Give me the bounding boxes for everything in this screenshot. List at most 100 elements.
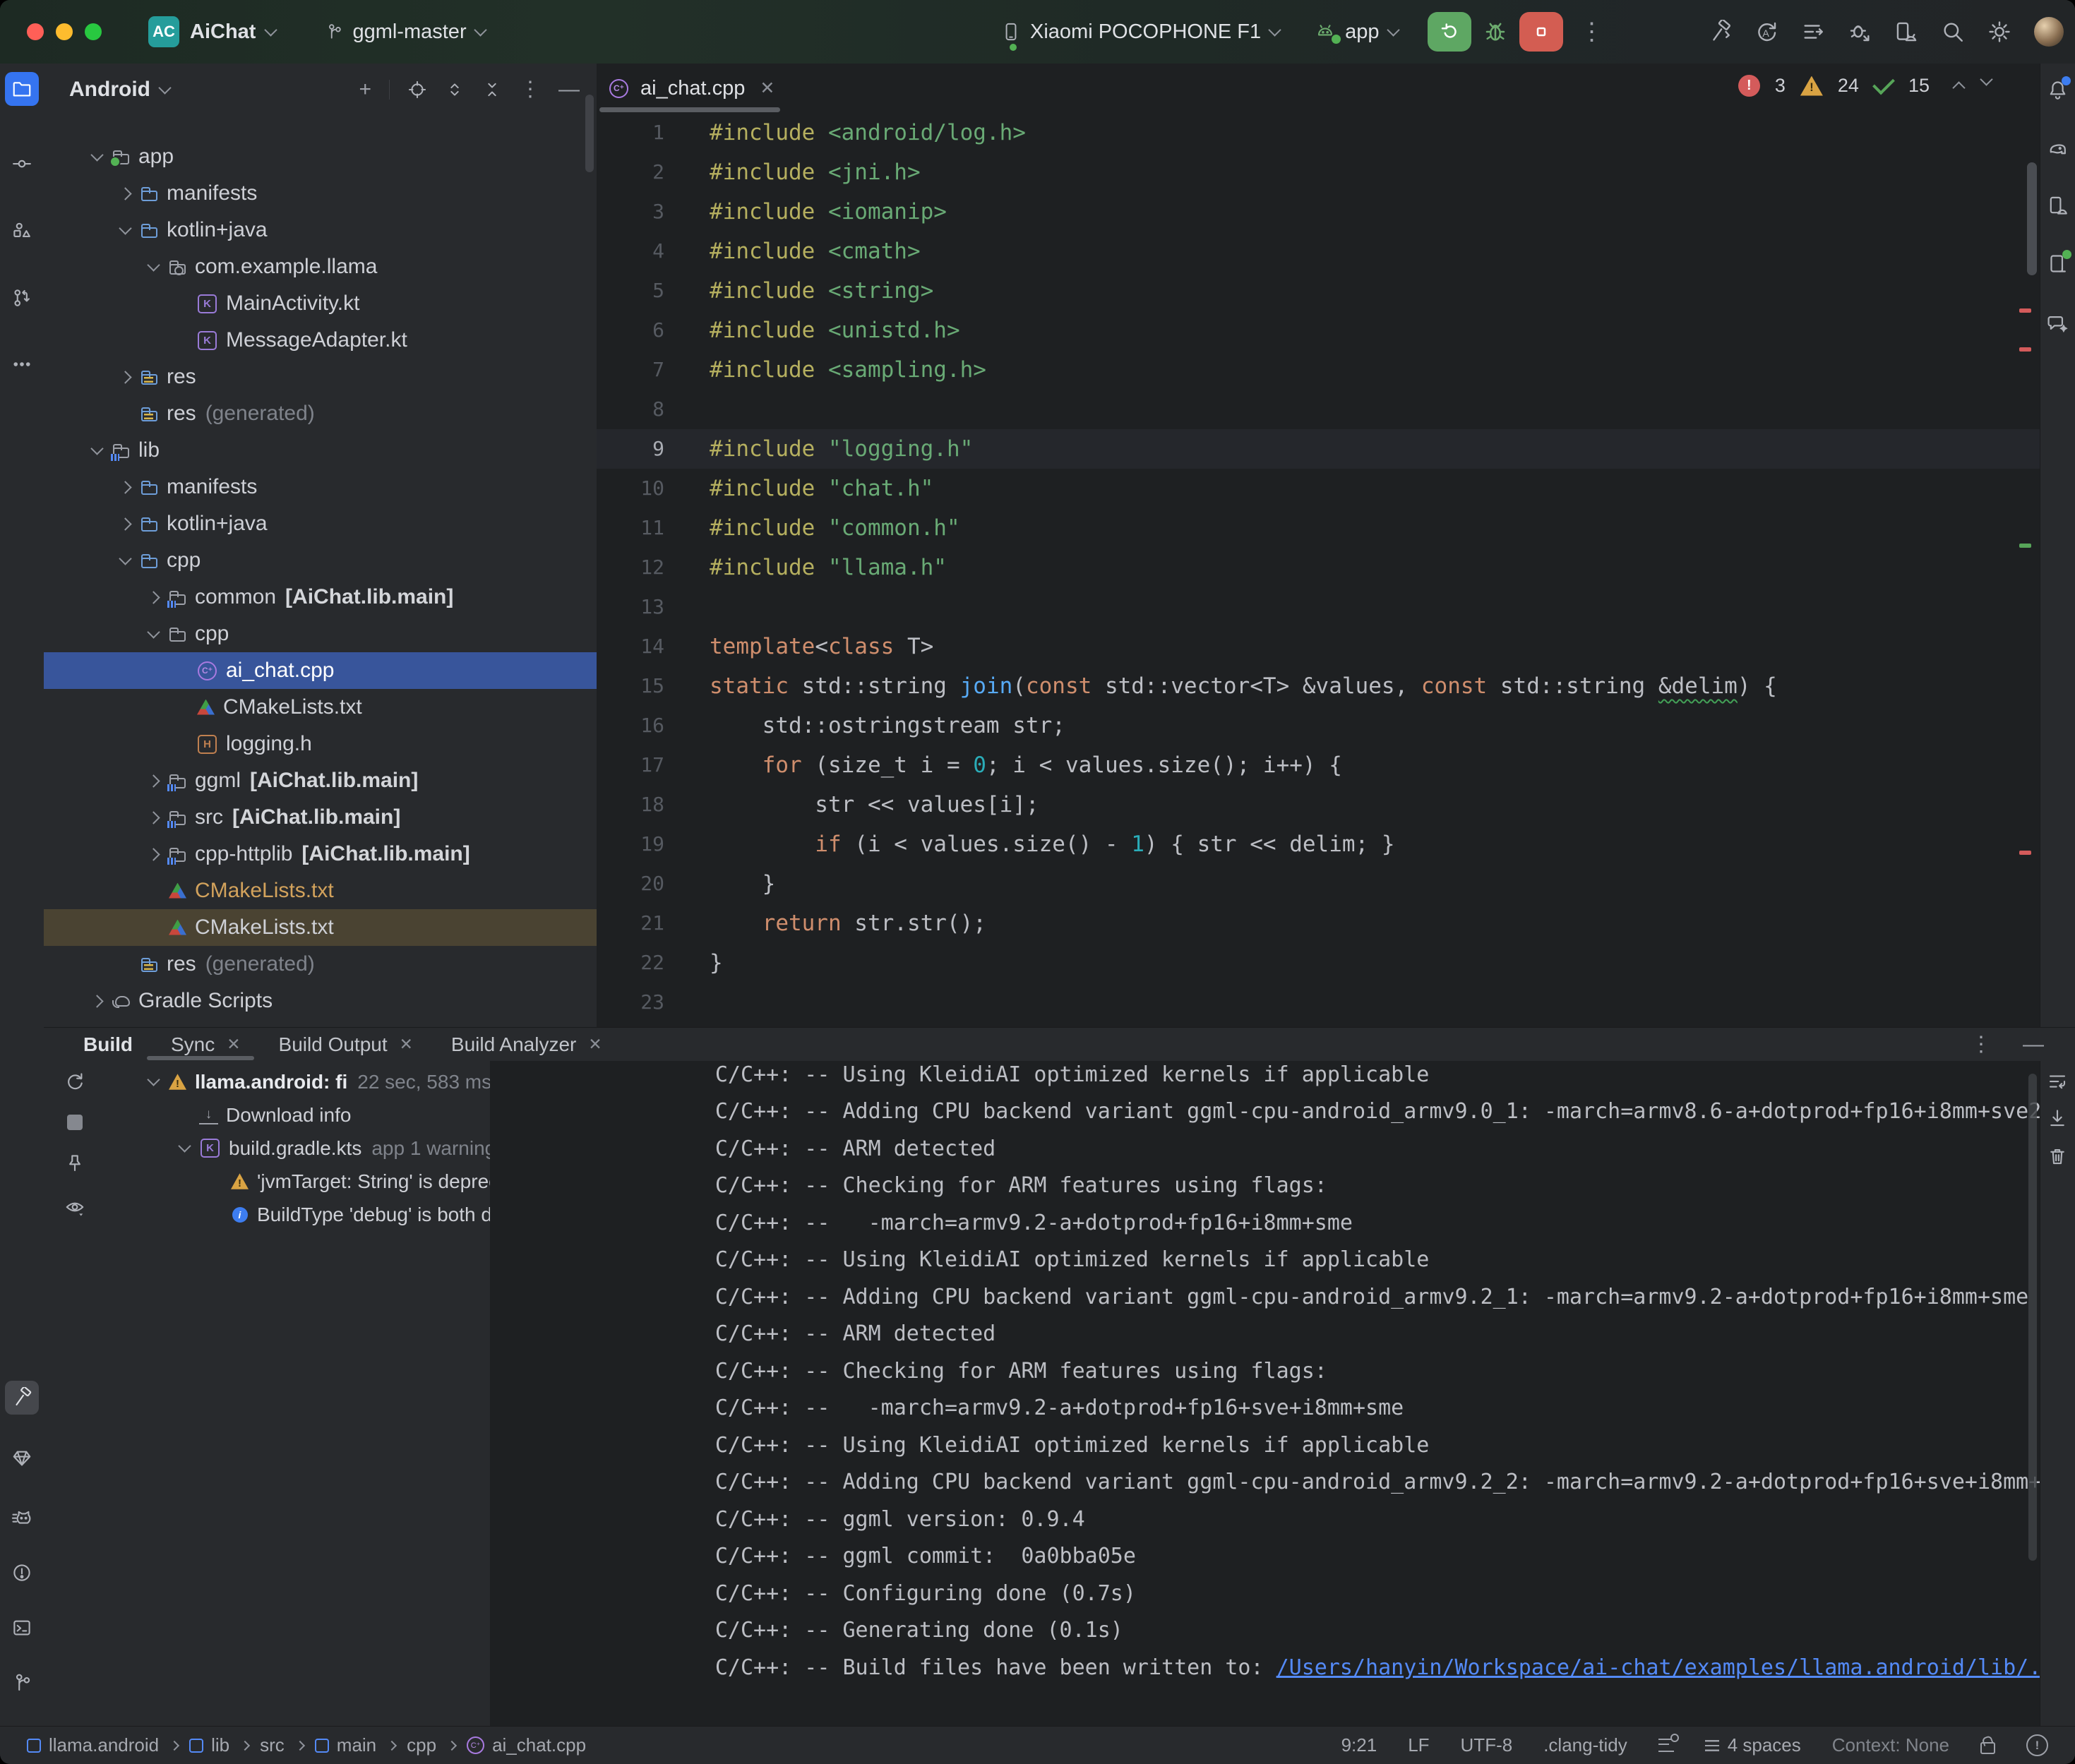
expand-all-icon[interactable]	[445, 80, 465, 100]
code-line[interactable]: 16 std::ostringstream str;	[597, 706, 2040, 745]
hide-build-panel-icon[interactable]: —	[2023, 1034, 2044, 1055]
tree-chevron-icon[interactable]	[90, 148, 103, 161]
build-tree-row[interactable]: K build.gradle.kts app 1 warning	[106, 1132, 490, 1165]
apply-changes-icon[interactable]: A	[1754, 20, 1778, 44]
close-icon[interactable]: ✕	[760, 78, 775, 99]
tree-row[interactable]: src [AiChat.lib.main]	[44, 799, 597, 836]
code-line[interactable]: 21 return str.str();	[597, 904, 2040, 943]
statusbar-widget[interactable]: UTF-8	[1461, 1734, 1513, 1756]
code-line[interactable]: 15static std::string join(const std::vec…	[597, 666, 2040, 706]
tree-row[interactable]: com.example.llama	[44, 248, 597, 285]
code-line[interactable]: 13	[597, 587, 2040, 627]
code-line[interactable]: 14template<class T>	[597, 627, 2040, 666]
tree-row[interactable]: app	[44, 138, 597, 175]
tree-chevron-icon[interactable]	[90, 442, 103, 455]
problems-tool-button[interactable]	[5, 1556, 39, 1590]
editor-scrollbar[interactable]	[2027, 162, 2037, 275]
gemini-chat-tool-icon[interactable]	[2047, 312, 2069, 334]
tree-row[interactable]: lib	[44, 432, 597, 469]
debug-button[interactable]	[1483, 19, 1508, 44]
tree-row[interactable]: res (generated)	[44, 946, 597, 983]
code-line[interactable]: 1#include <android/log.h>	[597, 113, 2040, 152]
code-editor[interactable]: 1#include <android/log.h>2#include <jni.…	[597, 113, 2040, 1027]
tree-row[interactable]: K MainActivity.kt	[44, 285, 597, 322]
statusbar-widget[interactable]: !	[2026, 1734, 2048, 1756]
user-avatar[interactable]	[2034, 17, 2064, 47]
code-line[interactable]: 17 for (size_t i = 0; i < values.size();…	[597, 745, 2040, 785]
tree-chevron-icon[interactable]	[119, 371, 131, 383]
attach-debugger-icon[interactable]	[1848, 20, 1872, 44]
soft-wrap-icon[interactable]	[2047, 1071, 2068, 1092]
maximize-window-button[interactable]	[85, 23, 102, 40]
code-line[interactable]: 18 str << values[i];	[597, 785, 2040, 824]
code-line[interactable]: 6#include <unistd.h>	[597, 311, 2040, 350]
tree-scrollbar[interactable]	[585, 95, 594, 172]
code-line[interactable]: 8	[597, 390, 2040, 429]
search-everywhere-icon[interactable]	[1941, 20, 1965, 44]
code-line[interactable]: 7#include <sampling.h>	[597, 350, 2040, 390]
clear-console-icon[interactable]	[2047, 1146, 2068, 1167]
tree-chevron-icon[interactable]	[147, 774, 160, 787]
build-tree-row[interactable]: ↓ Download info	[106, 1098, 490, 1132]
tree-row[interactable]: common [AiChat.lib.main]	[44, 579, 597, 616]
breadcrumb-item[interactable]: cpp	[407, 1734, 455, 1756]
tree-chevron-icon[interactable]	[119, 187, 131, 200]
statusbar-widget[interactable]: LF	[1408, 1734, 1429, 1756]
locate-file-icon[interactable]	[407, 80, 427, 100]
resource-manager-tool-button[interactable]	[5, 215, 39, 248]
code-line[interactable]: 3#include <iomanip>	[597, 192, 2040, 232]
statusbar-widget[interactable]	[1980, 1736, 1995, 1754]
tree-chevron-icon[interactable]	[147, 811, 160, 824]
previous-problem-icon[interactable]	[1952, 81, 1965, 94]
tree-chevron-icon[interactable]	[119, 552, 131, 565]
console-scrollbar[interactable]	[2028, 1074, 2037, 1561]
tree-row[interactable]: manifests	[44, 469, 597, 505]
console-file-link[interactable]: /Users/hanyin/Workspace/ai-chat/examples…	[1276, 1655, 2040, 1680]
code-line[interactable]: 2#include <jni.h>	[597, 152, 2040, 192]
device-selector[interactable]: Xiaomi POCOPHONE F1	[1001, 20, 1279, 44]
project-tool-button[interactable]	[5, 72, 39, 106]
tree-row[interactable]: Gradle Scripts	[44, 983, 597, 1019]
code-line[interactable]: 10#include "chat.h"	[597, 469, 2040, 508]
tree-row[interactable]: CMakeLists.txt	[44, 909, 597, 946]
vcs-branch-selector[interactable]: ggml-master	[325, 20, 484, 44]
tree-row[interactable]: CMakeLists.txt	[44, 689, 597, 726]
close-icon[interactable]: ✕	[227, 1035, 240, 1054]
console-line[interactable]: BUILD SUCCESSFUL in 21s	[537, 1686, 2040, 1724]
tree-row[interactable]: K MessageAdapter.kt	[44, 322, 597, 359]
tree-row[interactable]: manifests	[44, 175, 597, 212]
tree-row[interactable]: res	[44, 359, 597, 395]
pin-icon[interactable]	[64, 1153, 85, 1174]
code-line[interactable]: 23	[597, 983, 2040, 1022]
project-selector[interactable]: AC AiChat	[148, 16, 275, 47]
tree-row[interactable]: kotlin+java	[44, 505, 597, 542]
code-line[interactable]: 9#include "logging.h"	[597, 429, 2040, 469]
tree-chevron-icon[interactable]	[119, 481, 131, 493]
rerun-button[interactable]	[1428, 12, 1471, 52]
breadcrumb-item[interactable]: lib	[189, 1734, 249, 1756]
breadcrumb-item[interactable]: llama.android	[27, 1734, 178, 1756]
tree-row[interactable]: cpp-httplib [AiChat.lib.main]	[44, 836, 597, 872]
tree-chevron-icon[interactable]	[147, 625, 160, 638]
breadcrumb-item[interactable]: C⁺ ai_chat.cpp	[467, 1734, 586, 1756]
tree-row[interactable]: CMakeLists.txt	[44, 872, 597, 909]
statusbar-widget[interactable]: .clang-tidy	[1543, 1734, 1627, 1756]
editor-tab[interactable]: C⁺ ai_chat.cpp ✕	[597, 64, 789, 113]
stop-sync-icon[interactable]	[67, 1115, 83, 1130]
tree-chevron-icon[interactable]	[147, 258, 160, 271]
build-tab[interactable]: Build Output ✕	[279, 1033, 413, 1056]
error-stripe-mark[interactable]	[2019, 851, 2031, 855]
code-line[interactable]: 11#include "common.h"	[597, 508, 2040, 548]
code-line[interactable]: 12#include "llama.h"	[597, 548, 2040, 587]
build-tree-row[interactable]: i BuildType 'debug' is both de	[106, 1198, 490, 1231]
build-tab[interactable]: Build Analyzer ✕	[451, 1033, 602, 1056]
version-control-tool-button[interactable]	[5, 1666, 39, 1700]
build-variants-tool-button[interactable]	[5, 1441, 39, 1475]
code-line[interactable]: 19 if (i < values.size() - 1) { str << d…	[597, 824, 2040, 864]
statusbar-widget[interactable]	[1658, 1739, 1674, 1752]
error-stripe-mark[interactable]	[2019, 544, 2031, 548]
tree-row[interactable]: cpp	[44, 542, 597, 579]
build-tool-button[interactable]	[5, 1381, 39, 1415]
pull-requests-tool-button[interactable]	[5, 281, 39, 315]
next-problem-icon[interactable]	[1980, 73, 1992, 85]
